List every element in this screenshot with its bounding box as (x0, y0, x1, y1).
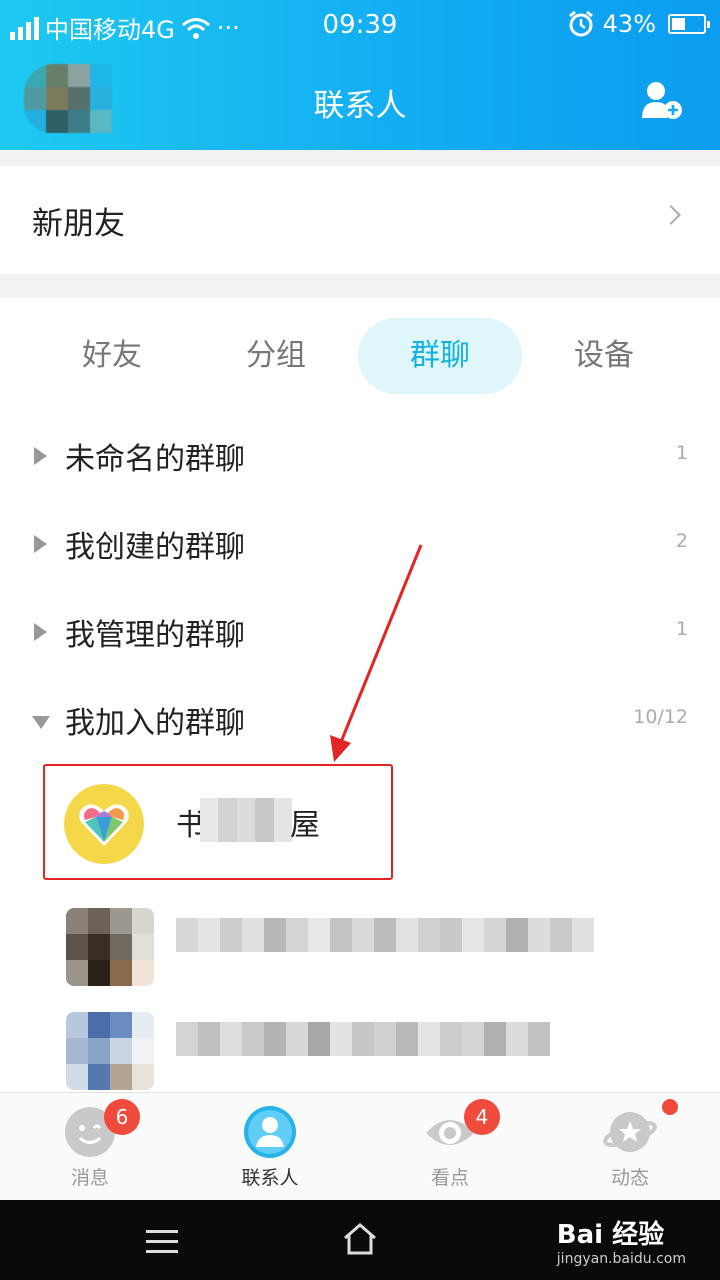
blurred-avatar (66, 908, 154, 986)
collapsed-arrow-icon (34, 447, 47, 465)
blurred-name (176, 1022, 550, 1056)
moments-dot (662, 1099, 678, 1115)
messages-badge: 6 (104, 1099, 140, 1135)
group-category-count: 1 (675, 442, 688, 464)
group-category-count: 10/12 (633, 706, 688, 728)
system-nav-bar: Bai 经验 jingyan.baidu.com (0, 1200, 720, 1280)
expanded-arrow-icon (32, 716, 50, 729)
tab-groups[interactable]: 分组 (194, 318, 358, 394)
bottom-nav: 6 消息 联系人 4 看点 动态 (0, 1092, 720, 1200)
new-friends-label: 新朋友 (32, 205, 125, 242)
nav-label: 联系人 (241, 1167, 299, 1189)
group-category-unnamed[interactable]: 未命名的群聊 1 (0, 412, 720, 500)
group-category-count: 2 (675, 530, 688, 552)
contacts-icon (244, 1106, 296, 1158)
tab-devices[interactable]: 设备 (522, 318, 686, 394)
blurred-avatar (66, 1012, 154, 1090)
annotation-highlight-box (43, 764, 393, 880)
battery-icon (668, 14, 710, 34)
discover-badge: 4 (464, 1099, 500, 1135)
group-category-name: 未命名的群聊 (65, 442, 245, 477)
status-bar: 中国移动4G ··· 09:39 43% (0, 0, 720, 52)
watermark-url: jingyan.baidu.com (556, 1251, 686, 1267)
nav-label: 消息 (70, 1167, 109, 1189)
group-category-created[interactable]: 我创建的群聊 2 (0, 500, 720, 588)
battery-percent: 43% (602, 10, 656, 38)
collapsed-arrow-icon (34, 623, 47, 641)
alarm-icon (568, 10, 593, 37)
baidu-watermark: Bai 经验 jingyan.baidu.com (557, 1214, 686, 1267)
group-category-name: 我加入的群聊 (65, 706, 245, 741)
collapsed-arrow-icon (34, 535, 47, 553)
nav-moments[interactable]: 动态 (540, 1093, 720, 1201)
group-item[interactable] (0, 894, 720, 998)
blurred-name (176, 918, 594, 952)
group-category-count: 1 (675, 618, 688, 640)
chevron-right-icon (661, 205, 681, 225)
watermark-brand: Bai 经验 (556, 1220, 665, 1250)
group-category-managed[interactable]: 我管理的群聊 1 (0, 588, 720, 676)
nav-contacts[interactable]: 联系人 (180, 1093, 360, 1201)
planet-icon (603, 1112, 657, 1152)
tab-friends[interactable]: 好友 (30, 318, 194, 394)
nav-label: 动态 (610, 1167, 649, 1189)
group-category-joined[interactable]: 我加入的群聊 10/12 (0, 676, 720, 764)
status-right: 43% (567, 10, 710, 38)
new-friends-row[interactable]: 新朋友 (0, 166, 720, 274)
group-category-name: 我创建的群聊 (65, 530, 245, 565)
page-title: 联系人 (313, 88, 407, 124)
group-item[interactable] (0, 998, 720, 1102)
home-icon[interactable] (342, 1222, 378, 1256)
contacts-panel: 好友 分组 群聊 设备 未命名的群聊 1 我创建的群聊 2 我管理的群聊 1 我… (0, 298, 720, 1092)
nav-discover[interactable]: 4 看点 (360, 1093, 540, 1201)
nav-messages[interactable]: 6 消息 (0, 1093, 180, 1201)
contact-tabs: 好友 分组 群聊 设备 (0, 318, 720, 394)
add-contact-icon[interactable] (640, 80, 684, 120)
menu-icon[interactable] (146, 1230, 178, 1260)
nav-label: 看点 (430, 1167, 469, 1189)
tab-group-chats[interactable]: 群聊 (358, 318, 522, 394)
app-header: 中国移动4G ··· 09:39 43% 联系人 (0, 0, 720, 150)
group-category-name: 我管理的群聊 (65, 618, 245, 653)
